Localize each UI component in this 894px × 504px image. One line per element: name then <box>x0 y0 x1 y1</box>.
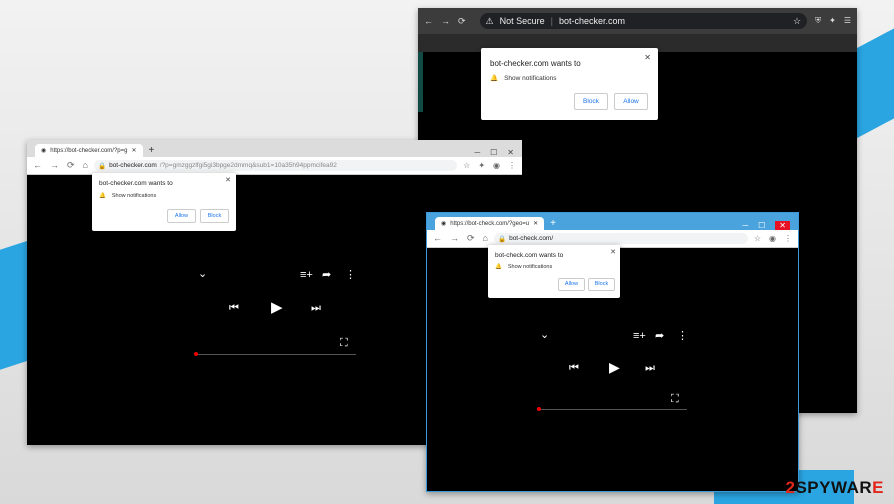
close-icon[interactable]: ✕ <box>610 248 616 256</box>
address-bar[interactable]: ⚠ Not Secure | bot-checker.com ☆ <box>479 13 808 29</box>
add-to-queue-icon[interactable]: ≡+ <box>633 331 646 342</box>
address-bar[interactable]: 🔒 bot-check.com/ <box>493 233 748 244</box>
new-tab-icon[interactable]: + <box>550 217 556 230</box>
star-icon[interactable]: ☆ <box>793 16 801 27</box>
shield-icon[interactable]: ⛨ <box>815 16 821 26</box>
bell-icon: 🔔 <box>99 193 106 199</box>
notification-popup: bot-checker.com wants to ✕ 🔔 Show notifi… <box>481 48 658 120</box>
chevron-down-icon[interactable]: ⌄ <box>540 330 549 341</box>
globe-icon: ◉ <box>441 221 447 227</box>
url-text: bot-check.com/ <box>509 235 554 242</box>
block-button[interactable]: Block <box>574 93 608 110</box>
tab-title: https://bot-checker.com/?p=g <box>50 147 128 154</box>
play-icon[interactable]: ▶ <box>609 360 620 374</box>
tab-strip: ◉ https://bot-checker.com/?p=g ✕ + ─ ☐ ✕ <box>27 140 522 157</box>
block-button[interactable]: Block <box>588 278 615 291</box>
extensions-icon[interactable]: ✦ <box>478 161 485 170</box>
notification-popup: bot-check.com wants to ✕ 🔔 Show notifica… <box>488 245 620 298</box>
chevron-down-icon[interactable]: ⌄ <box>198 269 207 280</box>
progress-handle[interactable] <box>194 352 198 356</box>
previous-icon[interactable]: ⏮ <box>229 303 239 314</box>
profile-icon[interactable]: ◉ <box>493 161 500 170</box>
reload-icon[interactable]: ⟳ <box>458 16 466 27</box>
next-icon[interactable]: ⏭ <box>645 363 655 374</box>
close-icon[interactable]: ✕ <box>644 53 651 62</box>
tab-close-icon[interactable]: ✕ <box>533 220 538 227</box>
tab-title: https://bot-check.com/?geo=u <box>450 220 530 227</box>
reload-icon[interactable]: ⟳ <box>67 160 75 171</box>
popup-permission: Show notifications <box>111 193 157 199</box>
tab-strip: ◉ https://bot-check.com/?geo=u ✕ + ─ ☐ ✕ <box>427 213 798 230</box>
tab-active[interactable]: ◉ https://bot-check.com/?geo=u ✕ <box>435 217 545 230</box>
reload-icon[interactable]: ⟳ <box>467 233 475 244</box>
browser-window-bottom-right: ◉ https://bot-check.com/?geo=u ✕ + ─ ☐ ✕… <box>426 212 799 492</box>
allow-button[interactable]: Allow <box>614 93 648 110</box>
profile-icon[interactable]: ◉ <box>769 234 776 243</box>
maximize-icon[interactable]: ☐ <box>758 221 765 230</box>
menu-icon[interactable]: ⋮ <box>784 234 792 243</box>
progress-bar[interactable] <box>539 409 687 410</box>
more-icon[interactable]: ⋮ <box>677 331 688 342</box>
popup-title: bot-checker.com wants to <box>490 59 581 68</box>
lock-icon: 🔒 <box>497 235 507 243</box>
popup-title: bot-check.com wants to <box>495 252 564 259</box>
teal-edge <box>418 52 423 112</box>
allow-button[interactable]: Allow <box>167 209 196 223</box>
share-icon[interactable]: ➦ <box>655 331 664 342</box>
notification-popup: bot-checker.com wants to ✕ 🔔 Show notifi… <box>92 173 236 231</box>
play-icon[interactable]: ▶ <box>271 300 283 315</box>
globe-icon: ◉ <box>41 148 47 154</box>
window-close-icon[interactable]: ✕ <box>507 148 514 157</box>
extensions-icon[interactable]: ✦ <box>829 16 836 26</box>
allow-button[interactable]: Allow <box>558 278 585 291</box>
progress-handle[interactable] <box>537 407 541 411</box>
security-label: Not Secure <box>499 16 545 26</box>
share-icon[interactable]: ➦ <box>322 270 331 281</box>
url-host: bot-checker.com <box>109 162 157 169</box>
home-icon[interactable]: ⌂ <box>83 160 88 171</box>
add-to-queue-icon[interactable]: ≡+ <box>300 270 313 281</box>
lock-icon: 🔒 <box>97 162 107 170</box>
maximize-icon[interactable]: ☐ <box>490 148 497 157</box>
close-icon[interactable]: ✕ <box>225 176 231 184</box>
spyware-logo: 2SPYWARE <box>785 478 884 497</box>
url-text: bot-checker.com <box>559 16 626 26</box>
back-icon[interactable]: ← <box>33 160 42 171</box>
menu-icon[interactable]: ⋮ <box>508 161 516 170</box>
forward-icon[interactable]: → <box>50 160 59 171</box>
fullscreen-icon[interactable]: ⛶ <box>671 394 679 405</box>
next-icon[interactable]: ⏭ <box>311 303 321 314</box>
star-icon[interactable]: ☆ <box>754 234 761 243</box>
home-icon[interactable]: ⌂ <box>483 233 488 244</box>
forward-icon[interactable]: → <box>441 16 450 27</box>
bell-icon: 🔔 <box>495 264 502 270</box>
block-button[interactable]: Block <box>200 209 229 223</box>
menu-icon[interactable]: ☰ <box>844 16 851 26</box>
fullscreen-icon[interactable]: ⛶ <box>340 338 348 349</box>
url-separator: | <box>550 16 553 26</box>
popup-title: bot-checker.com wants to <box>99 180 173 187</box>
back-icon[interactable]: ← <box>433 233 442 244</box>
more-icon[interactable]: ⋮ <box>345 270 356 281</box>
back-icon[interactable]: ← <box>424 16 433 27</box>
toolbar: ← → ⟳ ⚠ Not Secure | bot-checker.com ☆ ⛨… <box>418 8 857 34</box>
forward-icon[interactable]: → <box>450 233 459 244</box>
tab-active[interactable]: ◉ https://bot-checker.com/?p=g ✕ <box>35 144 143 157</box>
tab-close-icon[interactable]: ✕ <box>131 147 136 154</box>
bell-icon: 🔔 <box>490 75 499 82</box>
progress-bar[interactable] <box>196 354 356 355</box>
previous-icon[interactable]: ⏮ <box>569 363 579 374</box>
url-path: /?p=gmzggzlfgi5gi3bpge2dmmq&sub1=10a35h9… <box>159 162 337 169</box>
minimize-icon[interactable]: ─ <box>474 148 480 157</box>
minimize-icon[interactable]: ─ <box>742 221 748 230</box>
window-close-icon[interactable]: ✕ <box>775 221 790 230</box>
warning-icon: ⚠ <box>485 15 494 26</box>
popup-permission: Show notifications <box>507 264 553 270</box>
star-icon[interactable]: ☆ <box>463 161 470 170</box>
popup-permission: Show notifications <box>504 74 557 82</box>
new-tab-icon[interactable]: + <box>149 144 155 157</box>
address-bar[interactable]: 🔒 bot-checker.com/?p=gmzggzlfgi5gi3bpge2… <box>93 160 458 171</box>
